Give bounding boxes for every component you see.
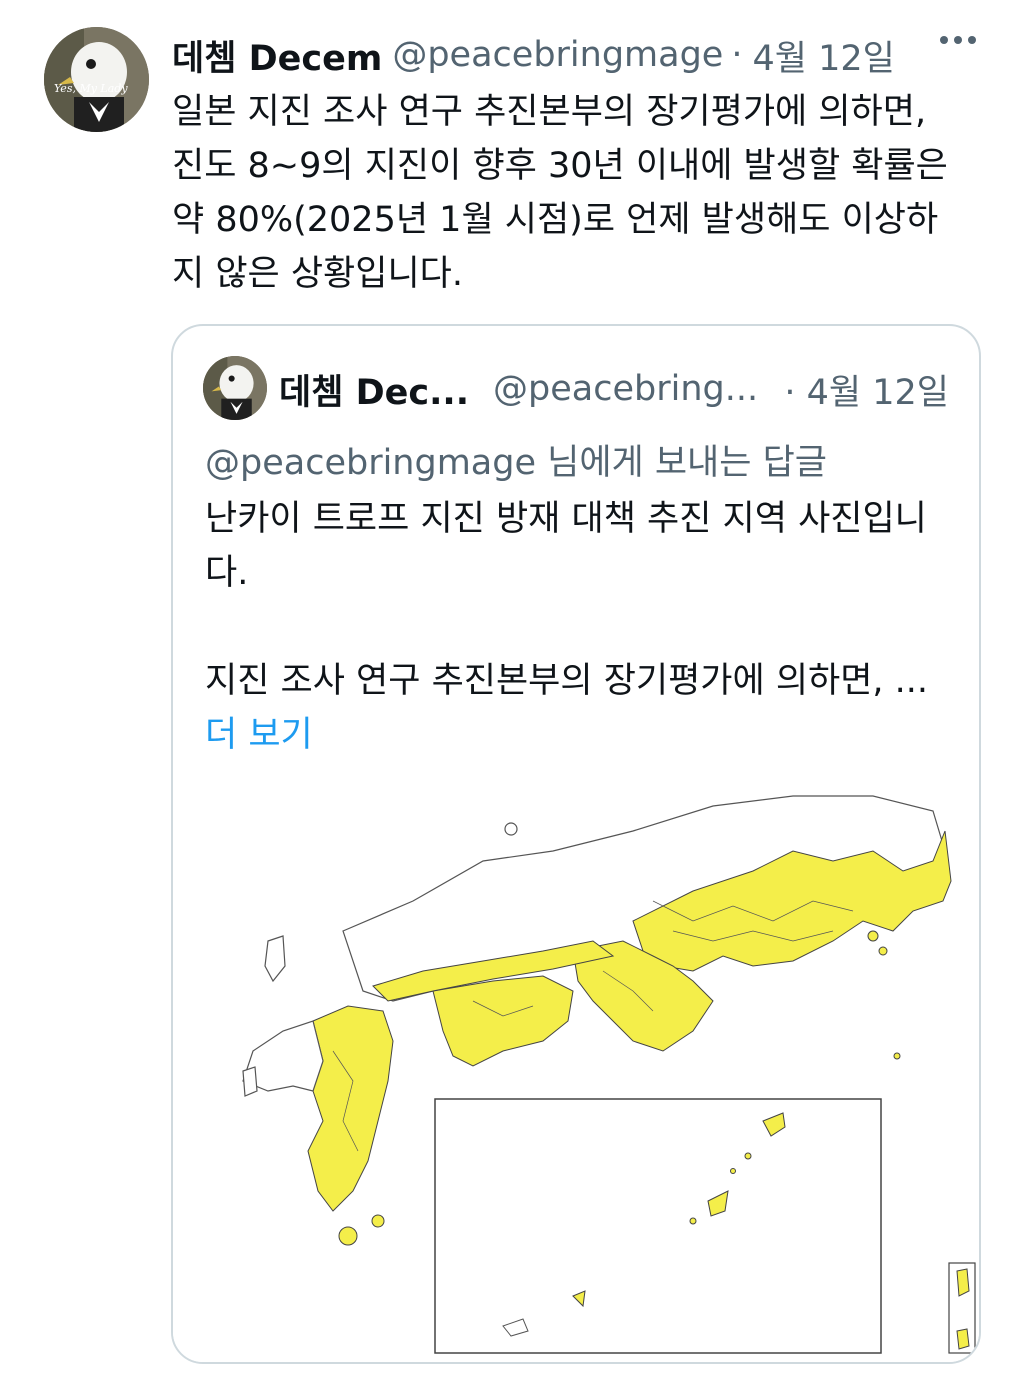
show-more-link[interactable]: 더 보기: [205, 708, 955, 762]
tweet-text-line: 지 않은 상황입니다.: [172, 254, 463, 294]
quote-display-name[interactable]: 데쳄 Dec...: [279, 364, 469, 415]
display-name[interactable]: 데쳄 Decem: [172, 30, 382, 81]
avatar-caption: Yes, My Lady: [54, 82, 128, 95]
quote-avatar[interactable]: [203, 356, 267, 420]
reply-mention[interactable]: @peacebringmage: [205, 443, 536, 483]
quoted-tweet-card[interactable]: 데쳄 Dec... @peacebring... · 4월 12일 @peace…: [171, 324, 981, 1364]
tweet-text-line: 일본 지진 조사 연구 추진본부의 장기평가에 의하면,: [172, 92, 927, 132]
tweet-date[interactable]: 4월 12일: [752, 30, 894, 81]
reply-to-line: @peacebringmage 님에게 보내는 답글: [205, 434, 827, 485]
quote-text-line: 지진 조사 연구 추진본부의 장기평가에 의하면, ...: [205, 661, 929, 701]
tweet-text-line: 진도 8~9의 지진이 향후 30년 이내에 발생할 확률은: [172, 146, 948, 186]
reply-suffix: 님에게 보내는 답글: [536, 443, 827, 483]
tweet-text-line: 약 80%(2025년 1월 시점)로 언제 발생해도 이상하: [172, 200, 939, 240]
more-options-icon[interactable]: [940, 36, 976, 44]
quote-user-handle[interactable]: @peacebring...: [493, 369, 758, 409]
quote-date[interactable]: · 4월 12일: [784, 364, 949, 415]
quote-text-line: 난카이 트로프 지진 방재 대책 추진 지역 사진입니: [205, 499, 927, 539]
tweet-text: 일본 지진 조사 연구 추진본부의 장기평가에 의하면, 진도 8~9의 지진이…: [172, 85, 982, 301]
quote-text-line: 다.: [205, 553, 249, 593]
nankai-trough-map[interactable]: [173, 791, 979, 1364]
quote-header: 데쳄 Dec... @peacebring... · 4월 12일: [279, 364, 949, 414]
user-handle[interactable]: @peacebringmage: [392, 35, 723, 75]
bird-avatar-icon: [203, 356, 267, 420]
bird-avatar-icon: [44, 27, 149, 132]
tweet-header: 데쳄 Decem @peacebringmage · 4월 12일: [172, 30, 984, 80]
quote-text: 난카이 트로프 지진 방재 대책 추진 지역 사진입니 다. 지진 조사 연구 …: [205, 492, 955, 762]
avatar[interactable]: Yes, My Lady: [44, 27, 149, 132]
separator-dot: ·: [731, 35, 743, 75]
